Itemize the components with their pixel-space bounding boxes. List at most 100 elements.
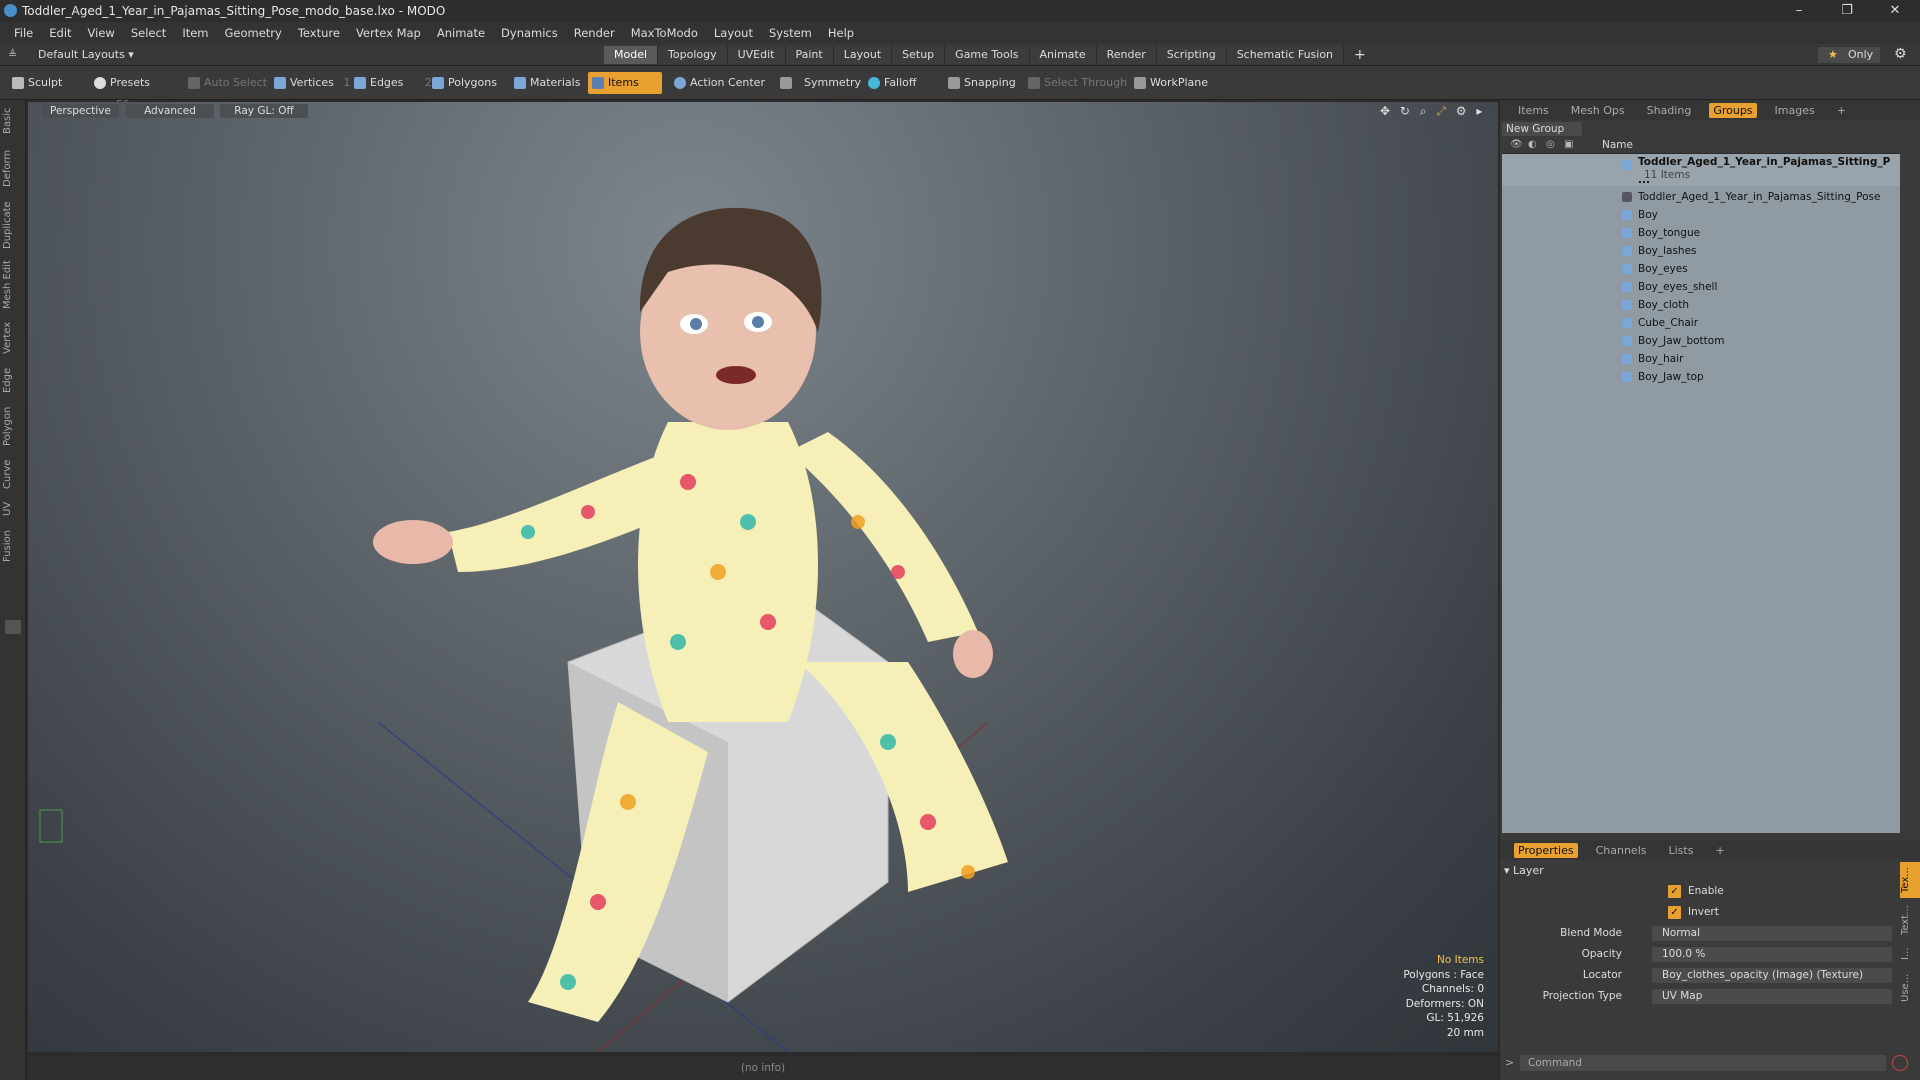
layer-section-header[interactable]: ▾ Layer [1504,864,1544,877]
menu-maxtomodo[interactable]: MaxToModo [631,26,698,40]
side-tab-texture[interactable]: Tex... [1900,862,1920,898]
tab-deform[interactable]: Deform [2,146,22,190]
name-column-header[interactable]: Name [1602,139,1633,151]
close-icon[interactable]: ✕ [1872,0,1918,22]
tab-topology[interactable]: Topology [658,46,728,64]
snapping-button[interactable]: Snapping [944,72,1016,94]
presets-button[interactable]: Presets F6 [90,72,172,111]
materials-button[interactable]: Materials [510,72,580,94]
new-group-button[interactable]: New Group [1502,122,1582,136]
tab-uvedit[interactable]: UVEdit [727,46,786,64]
menu-texture[interactable]: Texture [298,26,340,40]
minimize-icon[interactable]: – [1776,0,1822,22]
add-panel-tab-icon[interactable]: + [1833,103,1850,118]
tab-duplicate[interactable]: Duplicate [2,198,22,252]
visibility-column-icon[interactable]: 👁 [1510,139,1523,150]
group-item-row[interactable]: Boy [1502,206,1900,224]
group-item-row[interactable]: Boy_Jaw_bottom [1502,332,1900,350]
group-item-row[interactable]: Boy_Jaw_top [1502,368,1900,386]
menu-geometry[interactable]: Geometry [225,26,282,40]
layout-preset-dropdown[interactable]: Default Layouts ▾ [38,48,134,61]
viewport-settings-icon[interactable]: ⚙ [1456,104,1467,118]
rotate-view-icon[interactable]: ↻ [1400,104,1410,118]
viewport-expand-icon[interactable]: ▸ [1476,104,1482,118]
view-perspective-button[interactable]: Perspective [42,104,119,118]
3d-viewport[interactable]: Perspective Advanced Ray GL: Off ✥ ↻ ⌕ ⤢… [28,102,1498,1052]
add-tab-icon[interactable]: + [1344,46,1376,64]
group-item-row[interactable]: Cube_Chair [1502,314,1900,332]
select-column-icon[interactable]: ▣ [1564,139,1573,150]
menu-file[interactable]: File [14,26,33,40]
command-history-icon[interactable] [1892,1055,1908,1071]
menu-view[interactable]: View [88,26,115,40]
tab-groups[interactable]: Groups [1709,102,1757,118]
tab-scripting[interactable]: Scripting [1156,46,1227,64]
tab-edge[interactable]: Edge [2,364,22,396]
lock-column-icon[interactable]: ◐ [1528,139,1537,150]
menu-dynamics[interactable]: Dynamics [501,26,558,40]
view-raygl-button[interactable]: Ray GL: Off [220,104,308,118]
command-input[interactable]: Command [1520,1055,1886,1071]
tab-animate[interactable]: Animate [1029,46,1097,64]
tab-setup[interactable]: Setup [892,46,946,64]
tab-properties[interactable]: Properties [1514,842,1578,858]
menu-edit[interactable]: Edit [49,26,71,40]
locator-dropdown[interactable]: Boy_clothes_opacity (Image) (Texture) [1652,968,1892,983]
layout-collapse-icon[interactable]: ≜ [8,48,17,61]
symmetry-button[interactable]: Symmetry [776,72,861,94]
gear-icon[interactable]: ⚙ [1894,46,1907,62]
group-item-row[interactable]: Boy_eyes [1502,260,1900,278]
invert-checkbox[interactable]: ✓ [1668,906,1681,919]
menu-vertex-map[interactable]: Vertex Map [356,26,421,40]
group-item-row[interactable]: Boy_tongue [1502,224,1900,242]
group-item-row[interactable]: Boy_eyes_shell [1502,278,1900,296]
tab-game-tools[interactable]: Game Tools [945,46,1030,64]
menu-help[interactable]: Help [828,26,854,40]
side-tab-use[interactable]: Use... [1900,970,1920,1006]
edges-button[interactable]: Edges 2 [350,72,432,94]
group-root-row[interactable]: Toddler_Aged_1_Year_in_Pajamas_Sitting_P… [1502,154,1900,186]
zoom-view-icon[interactable]: ⌕ [1420,104,1427,118]
menu-animate[interactable]: Animate [437,26,485,40]
sculpt-button[interactable]: Sculpt [8,72,86,94]
side-tab-text[interactable]: Text... [1900,902,1920,938]
side-tab-i[interactable]: I... [1900,942,1920,966]
tab-channels[interactable]: Channels [1592,843,1651,858]
tab-mesh-edit[interactable]: Mesh Edit [2,258,22,312]
tab-images[interactable]: Images [1771,103,1819,118]
menu-layout[interactable]: Layout [714,26,753,40]
strip-options-icon[interactable] [5,620,21,634]
auto-select-button[interactable]: Auto Select [184,72,267,94]
tab-fusion[interactable]: Fusion [2,526,22,566]
menu-system[interactable]: System [769,26,812,40]
tab-uv[interactable]: UV [2,498,22,520]
view-shading-button[interactable]: Advanced [126,104,214,118]
tab-curve[interactable]: Curve [2,456,22,492]
add-properties-tab-icon[interactable]: + [1711,843,1728,858]
tab-polygon[interactable]: Polygon [2,402,22,450]
render-column-icon[interactable]: ◎ [1546,139,1555,150]
select-through-button[interactable]: Select Through [1024,72,1127,94]
tab-lists[interactable]: Lists [1665,843,1698,858]
menu-select[interactable]: Select [131,26,166,40]
tab-vertex[interactable]: Vertex [2,318,22,358]
menu-item[interactable]: Item [182,26,208,40]
group-item-row[interactable]: Boy_hair [1502,350,1900,368]
action-center-button[interactable]: Action Center [670,72,765,94]
falloff-button[interactable]: Falloff [864,72,916,94]
polygons-button[interactable]: Polygons [428,72,497,94]
fit-view-icon[interactable]: ⤢ [1436,104,1446,118]
restore-icon[interactable]: ❐ [1824,0,1870,22]
tab-items[interactable]: Items [1514,103,1553,118]
tab-shading[interactable]: Shading [1643,103,1696,118]
tab-mesh-ops[interactable]: Mesh Ops [1567,103,1629,118]
tab-paint[interactable]: Paint [785,46,834,64]
workplane-button[interactable]: WorkPlane [1130,72,1208,94]
move-view-icon[interactable]: ✥ [1380,104,1390,118]
items-button[interactable]: Items [588,72,662,94]
tab-layout[interactable]: Layout [833,46,893,64]
enable-checkbox[interactable]: ✓ [1668,885,1681,898]
vertices-button[interactable]: Vertices 1 [270,72,350,94]
group-item-row[interactable]: Boy_cloth [1502,296,1900,314]
group-item-row[interactable]: Boy_lashes [1502,242,1900,260]
